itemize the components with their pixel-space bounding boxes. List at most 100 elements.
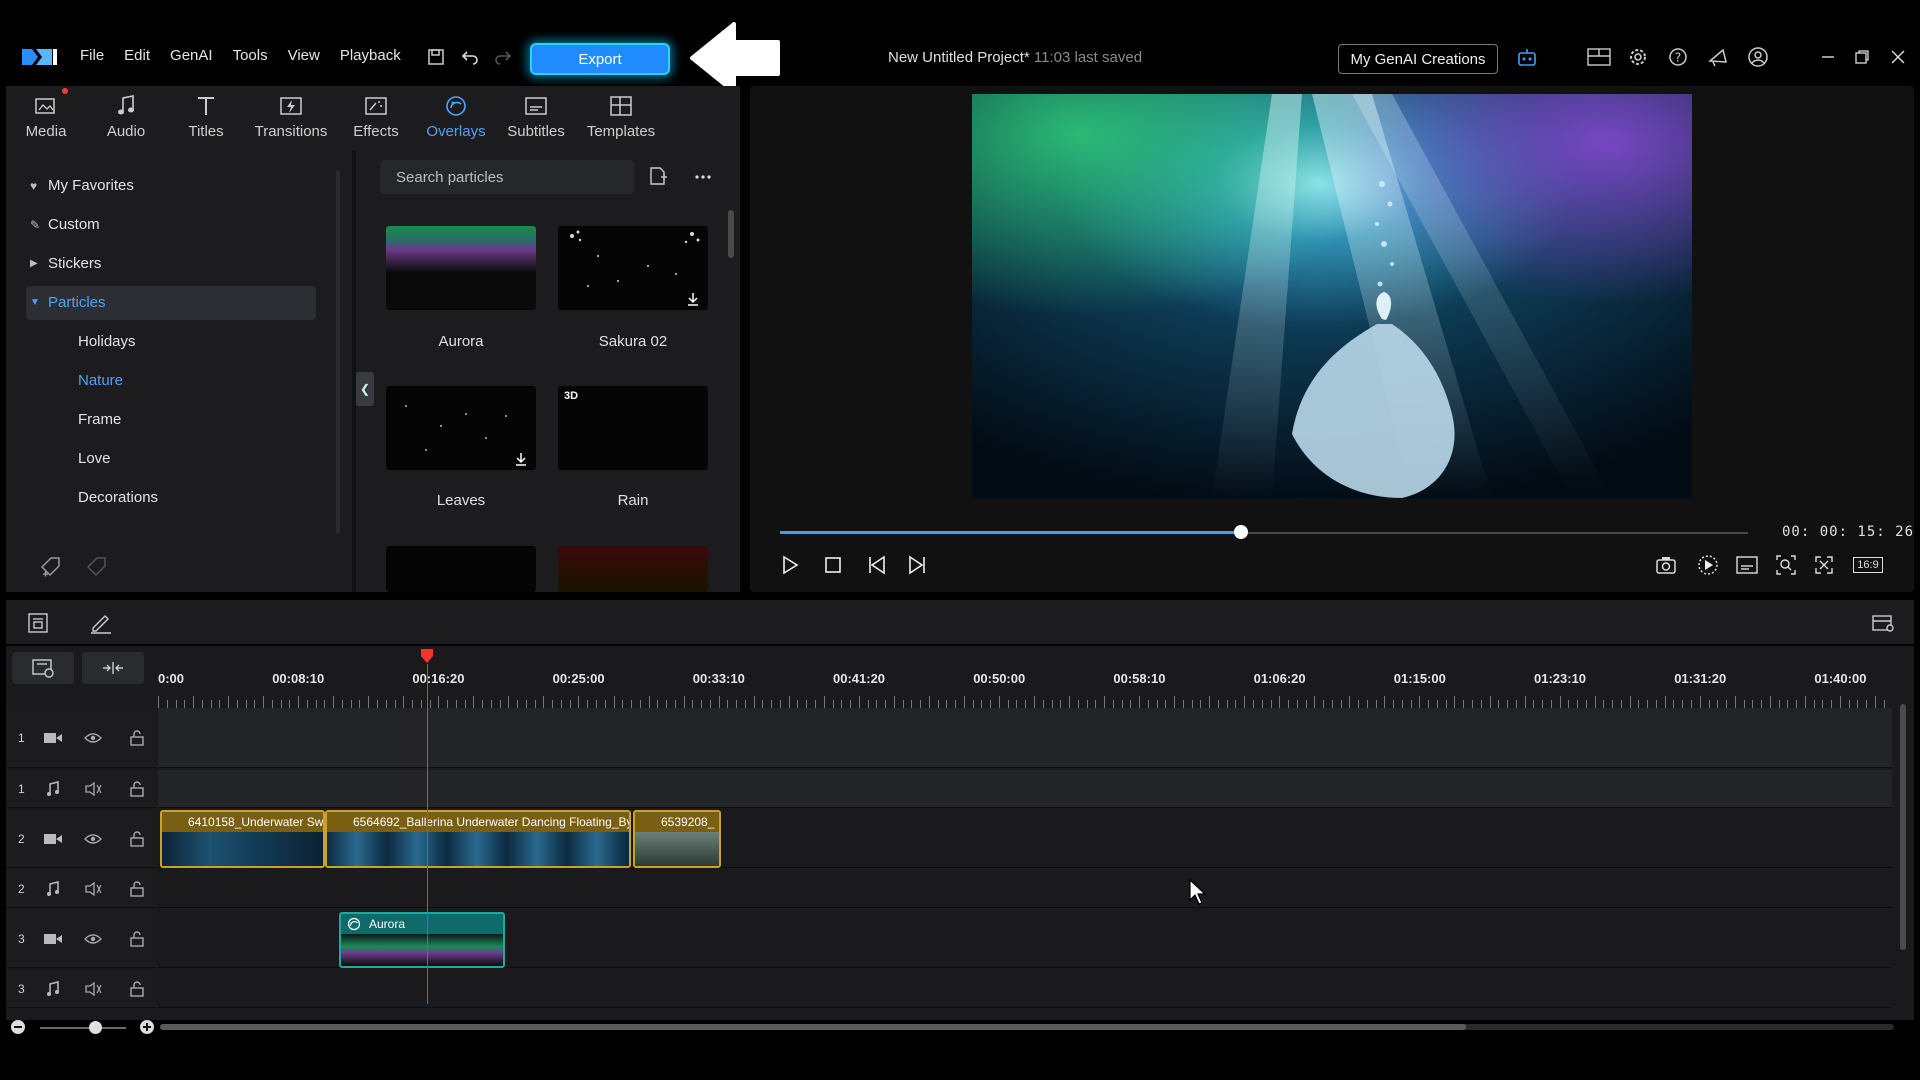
video-clip-1[interactable]: 6410158_Underwater Sw <box>160 810 325 868</box>
menu-genai[interactable]: GenAI <box>170 47 213 64</box>
subtitle-toggle-icon[interactable] <box>1734 552 1760 578</box>
tree-item-love[interactable]: Love <box>78 450 111 467</box>
track-lane-audio[interactable] <box>158 970 1892 1008</box>
ruler-tick <box>1813 700 1815 708</box>
tab-overlays[interactable]: Overlays <box>416 86 496 146</box>
timeline-settings-icon[interactable] <box>1870 611 1896 635</box>
fit-timeline-button[interactable] <box>82 652 144 684</box>
tab-templates[interactable]: Templates <box>576 86 666 146</box>
fullscreen-icon[interactable] <box>1811 552 1837 578</box>
import-icon[interactable] <box>647 165 669 187</box>
my-genai-creations-button[interactable]: My GenAI Creations <box>1338 44 1498 74</box>
tree-item-frame[interactable]: Frame <box>78 411 121 428</box>
restore-icon[interactable] <box>1851 46 1873 68</box>
track-lock-icon[interactable] <box>126 778 148 800</box>
tab-titles[interactable]: Titles <box>166 86 246 146</box>
zoom-out-icon[interactable] <box>8 1017 28 1037</box>
tree-item-nature[interactable]: Nature <box>78 372 123 389</box>
preview-scrubber-handle[interactable] <box>1233 525 1248 539</box>
help-icon[interactable]: ? <box>1667 46 1689 68</box>
thumbnail-rain[interactable]: 3D <box>558 386 708 470</box>
mute-speaker-icon[interactable] <box>82 878 104 900</box>
menu-file[interactable]: File <box>80 47 104 64</box>
playback-mode-icon[interactable] <box>1695 552 1721 578</box>
tab-media[interactable]: Media <box>6 86 86 146</box>
stop-icon[interactable] <box>820 552 846 578</box>
tab-audio[interactable]: Audio <box>86 86 166 146</box>
thumbnail-leaves[interactable] <box>386 386 536 470</box>
download-icon[interactable] <box>514 452 528 466</box>
collapse-panel-button[interactable]: ❮ <box>356 372 374 406</box>
snapshot-camera-icon[interactable] <box>1653 552 1679 578</box>
track-lane-video[interactable] <box>158 708 1892 768</box>
timeline-hscroll-thumb[interactable] <box>160 1024 1466 1030</box>
redo-icon[interactable] <box>492 46 514 68</box>
menu-view[interactable]: View <box>288 47 320 64</box>
track-lock-icon[interactable] <box>126 828 148 850</box>
grid-scrollbar[interactable] <box>728 210 734 258</box>
play-icon[interactable] <box>777 552 803 578</box>
tree-item-my-favorites[interactable]: ♥ My Favorites <box>30 177 134 194</box>
menu-tools[interactable]: Tools <box>233 47 268 64</box>
thumbnail-partial-1[interactable] <box>386 546 536 592</box>
visibility-eye-icon[interactable] <box>82 727 104 749</box>
playhead-handle[interactable] <box>419 648 435 664</box>
track-lock-icon[interactable] <box>126 928 148 950</box>
timeline-vscroll-thumb[interactable] <box>1900 704 1906 950</box>
layout-icon[interactable] <box>1586 46 1612 68</box>
settings-gear-icon[interactable] <box>1627 46 1649 68</box>
tree-item-particles[interactable]: ▼ Particles <box>30 294 106 311</box>
tree-item-decorations[interactable]: Decorations <box>78 489 158 506</box>
tree-scrollbar[interactable] <box>336 170 340 534</box>
more-options-icon[interactable] <box>692 166 714 188</box>
aspect-ratio-button[interactable]: 16:9 <box>1850 552 1886 578</box>
close-icon[interactable] <box>1887 46 1909 68</box>
overlay-clip-aurora[interactable]: Aurora <box>339 912 505 968</box>
edit-pen-icon[interactable] <box>88 611 114 635</box>
thumbnail-sakura-02[interactable] <box>558 226 708 310</box>
tab-effects[interactable]: Effects <box>336 86 416 146</box>
video-clip-2[interactable]: 6564692_Ballerina Underwater Dancing Flo… <box>325 810 631 868</box>
remove-tag-icon[interactable] <box>84 554 110 580</box>
tab-transitions[interactable]: Transitions <box>246 86 336 146</box>
genai-robot-icon[interactable] <box>1516 46 1538 68</box>
track-lock-icon[interactable] <box>126 878 148 900</box>
ruler-tick <box>1761 700 1763 708</box>
save-icon[interactable] <box>425 46 447 68</box>
add-track-button[interactable] <box>12 652 74 684</box>
track-lane-audio[interactable] <box>158 770 1892 808</box>
tree-item-stickers[interactable]: ▶ Stickers <box>30 255 101 272</box>
video-clip-3[interactable]: 6539208_ <box>633 810 721 868</box>
zoom-preview-icon[interactable] <box>1773 552 1799 578</box>
account-icon[interactable] <box>1747 46 1769 68</box>
notifications-icon[interactable] <box>1707 46 1729 68</box>
zoom-slider-handle[interactable] <box>89 1021 102 1034</box>
menu-playback[interactable]: Playback <box>340 47 401 64</box>
thumbnail-aurora[interactable] <box>386 226 536 310</box>
thumbnail-partial-2[interactable] <box>558 546 708 592</box>
download-icon[interactable] <box>686 292 700 306</box>
menu-edit[interactable]: Edit <box>124 47 150 64</box>
add-tag-icon[interactable] <box>38 554 64 580</box>
visibility-eye-icon[interactable] <box>82 928 104 950</box>
track-lock-icon[interactable] <box>126 727 148 749</box>
tree-item-custom[interactable]: ✎ Custom <box>30 216 100 233</box>
ruler-label: 00:16:20 <box>412 671 465 686</box>
minimize-icon[interactable] <box>1817 46 1839 68</box>
search-input[interactable]: Search particles <box>380 160 634 194</box>
mute-speaker-icon[interactable] <box>82 978 104 1000</box>
undo-icon[interactable] <box>459 46 481 68</box>
visibility-eye-icon[interactable] <box>82 828 104 850</box>
track-manager-icon[interactable] <box>26 611 50 635</box>
tab-subtitles[interactable]: Subtitles <box>496 86 576 146</box>
zoom-slider-track[interactable] <box>40 1027 126 1029</box>
track-lock-icon[interactable] <box>126 978 148 1000</box>
previous-frame-icon[interactable] <box>864 552 890 578</box>
export-button[interactable]: Export <box>530 43 670 75</box>
next-frame-icon[interactable] <box>904 552 930 578</box>
ruler-tick <box>455 700 457 708</box>
mute-speaker-icon[interactable] <box>82 778 104 800</box>
track-lane-audio[interactable] <box>158 870 1892 908</box>
tree-item-holidays[interactable]: Holidays <box>78 333 136 350</box>
zoom-in-icon[interactable] <box>137 1017 157 1037</box>
